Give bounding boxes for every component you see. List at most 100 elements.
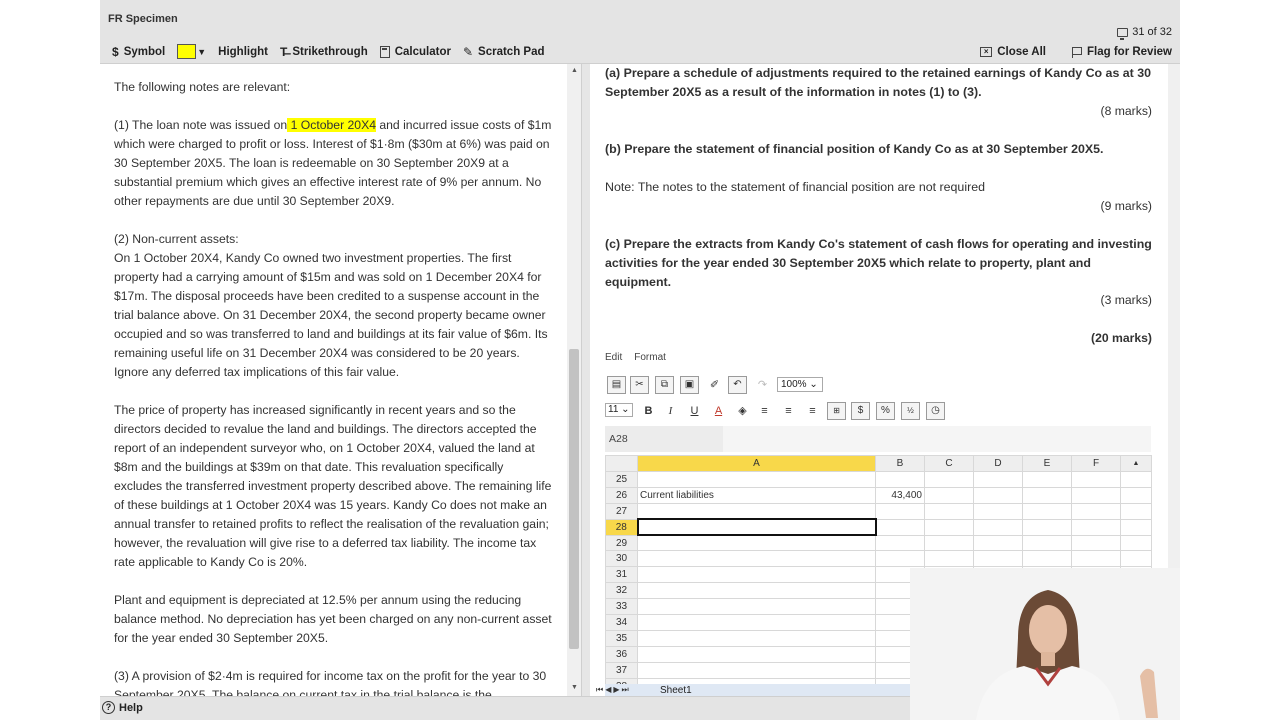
active-cell[interactable] bbox=[636, 518, 877, 537]
row-header[interactable]: 25 bbox=[605, 470, 638, 488]
cell[interactable] bbox=[924, 502, 974, 520]
row-header[interactable]: 27 bbox=[605, 502, 638, 520]
sheet-tab[interactable]: ⏮◀▶⏭ Sheet1 bbox=[596, 685, 692, 696]
cell[interactable] bbox=[1022, 502, 1072, 520]
cell-b[interactable] bbox=[875, 470, 925, 488]
cell-b[interactable] bbox=[875, 518, 925, 536]
cell[interactable] bbox=[924, 534, 974, 552]
calculator-button[interactable]: Calculator bbox=[379, 45, 451, 58]
cell[interactable] bbox=[973, 502, 1023, 520]
underline-icon[interactable]: U bbox=[685, 402, 704, 420]
clock-icon[interactable]: ◷ bbox=[926, 402, 945, 420]
paste-icon[interactable]: ▣ bbox=[680, 376, 699, 394]
row-header[interactable]: 31 bbox=[605, 566, 638, 584]
copy-icon[interactable]: ⧉ bbox=[655, 376, 674, 394]
zoom-select[interactable]: 100% ⌄ bbox=[777, 377, 823, 392]
cell-a[interactable] bbox=[637, 662, 876, 679]
align-right-icon[interactable]: ≡ bbox=[803, 402, 822, 420]
cell[interactable] bbox=[1022, 518, 1072, 536]
scroll-down-arrow-icon[interactable]: ▼ bbox=[571, 684, 578, 691]
cell[interactable] bbox=[1022, 534, 1072, 552]
column-header-f[interactable]: F bbox=[1071, 455, 1121, 472]
column-header-a[interactable]: A bbox=[637, 455, 876, 472]
grid-scrollbar[interactable] bbox=[1120, 486, 1152, 504]
scroll-up-arrow-icon[interactable]: ▲ bbox=[571, 67, 578, 74]
cell-a[interactable] bbox=[637, 630, 876, 648]
font-size-select[interactable]: 11 ⌄ bbox=[605, 403, 633, 417]
align-center-icon[interactable]: ≡ bbox=[779, 402, 798, 420]
row-header[interactable]: 30 bbox=[605, 550, 638, 568]
cell-a[interactable] bbox=[637, 614, 876, 632]
fill-color-icon[interactable]: ◈ bbox=[733, 402, 752, 420]
row-header[interactable]: 34 bbox=[605, 614, 638, 632]
menu-format[interactable]: Format bbox=[634, 352, 666, 363]
symbol-button[interactable]: $ Symbol bbox=[112, 45, 165, 59]
grid-scrollbar[interactable] bbox=[1120, 534, 1152, 552]
cell[interactable] bbox=[924, 486, 974, 504]
highlight-button[interactable]: Highlight bbox=[218, 46, 268, 58]
cell[interactable] bbox=[973, 534, 1023, 552]
cell[interactable] bbox=[1022, 550, 1072, 568]
column-header-d[interactable]: D bbox=[973, 455, 1023, 472]
cell-a[interactable] bbox=[637, 598, 876, 616]
cell[interactable] bbox=[973, 518, 1023, 536]
cell-b[interactable] bbox=[875, 534, 925, 552]
highlight-color-picker[interactable]: ▼ bbox=[177, 44, 206, 59]
cell[interactable] bbox=[1071, 534, 1121, 552]
undo-icon[interactable]: ↶ bbox=[728, 376, 747, 394]
column-header-b[interactable]: B bbox=[875, 455, 925, 472]
close-all-button[interactable]: × Close All bbox=[980, 46, 1046, 58]
percent-icon[interactable]: % bbox=[876, 402, 895, 420]
fraction-icon[interactable]: ½ bbox=[901, 402, 920, 420]
column-header-e[interactable]: E bbox=[1022, 455, 1072, 472]
cell[interactable] bbox=[1071, 550, 1121, 568]
new-document-icon[interactable]: ▤ bbox=[607, 376, 626, 394]
row-header-selected[interactable]: 28 bbox=[605, 518, 638, 536]
grid-scrollbar[interactable] bbox=[1120, 470, 1152, 488]
row-header[interactable]: 26 bbox=[605, 486, 638, 504]
grid-scrollbar[interactable] bbox=[1120, 502, 1152, 520]
row-header[interactable]: 37 bbox=[605, 662, 638, 679]
cell[interactable] bbox=[973, 550, 1023, 568]
cell-a[interactable] bbox=[637, 550, 876, 568]
cell[interactable] bbox=[1071, 470, 1121, 488]
cell[interactable] bbox=[924, 550, 974, 568]
cell[interactable] bbox=[1071, 518, 1121, 536]
menu-edit[interactable]: Edit bbox=[605, 352, 622, 363]
cell-a[interactable] bbox=[637, 470, 876, 488]
cell[interactable] bbox=[924, 470, 974, 488]
scenario-scrollbar-thumb[interactable] bbox=[569, 349, 579, 649]
align-left-icon[interactable]: ≡ bbox=[755, 402, 774, 420]
grid-scroll-up-icon[interactable]: ▲ bbox=[1120, 455, 1152, 472]
cell-a[interactable] bbox=[637, 566, 876, 584]
cell[interactable] bbox=[924, 518, 974, 536]
row-header[interactable]: 33 bbox=[605, 598, 638, 616]
cell-a[interactable] bbox=[637, 502, 876, 520]
flag-for-review-button[interactable]: Flag for Review bbox=[1072, 46, 1172, 58]
cell-a[interactable] bbox=[637, 534, 876, 552]
cell-b[interactable]: 43,400 bbox=[875, 486, 925, 504]
cell-a[interactable]: Current liabilities bbox=[637, 486, 876, 504]
cell-b[interactable] bbox=[875, 502, 925, 520]
row-header[interactable]: 36 bbox=[605, 646, 638, 664]
merge-cells-icon[interactable]: ⊞ bbox=[827, 402, 846, 420]
grid-scrollbar[interactable] bbox=[1120, 518, 1152, 536]
italic-icon[interactable]: I bbox=[661, 402, 680, 420]
name-box[interactable]: A28 bbox=[605, 426, 723, 452]
cell[interactable] bbox=[1071, 486, 1121, 504]
row-header[interactable]: 29 bbox=[605, 534, 638, 552]
bold-icon[interactable]: B bbox=[639, 402, 658, 420]
grid-scrollbar[interactable] bbox=[1120, 550, 1152, 568]
cut-icon[interactable]: ✂ bbox=[630, 376, 649, 394]
clear-format-icon[interactable]: ✐ bbox=[705, 376, 724, 394]
cell[interactable] bbox=[1071, 502, 1121, 520]
cell-a[interactable] bbox=[637, 646, 876, 664]
row-header[interactable]: 32 bbox=[605, 582, 638, 600]
cell[interactable] bbox=[1022, 470, 1072, 488]
scratch-pad-button[interactable]: ✎ Scratch Pad bbox=[463, 45, 545, 59]
redo-icon[interactable]: ↷ bbox=[753, 376, 772, 394]
select-all-corner[interactable] bbox=[605, 455, 638, 472]
cell[interactable] bbox=[1022, 486, 1072, 504]
number-format-icon[interactable]: $ bbox=[851, 402, 870, 420]
cell-b[interactable] bbox=[875, 550, 925, 568]
